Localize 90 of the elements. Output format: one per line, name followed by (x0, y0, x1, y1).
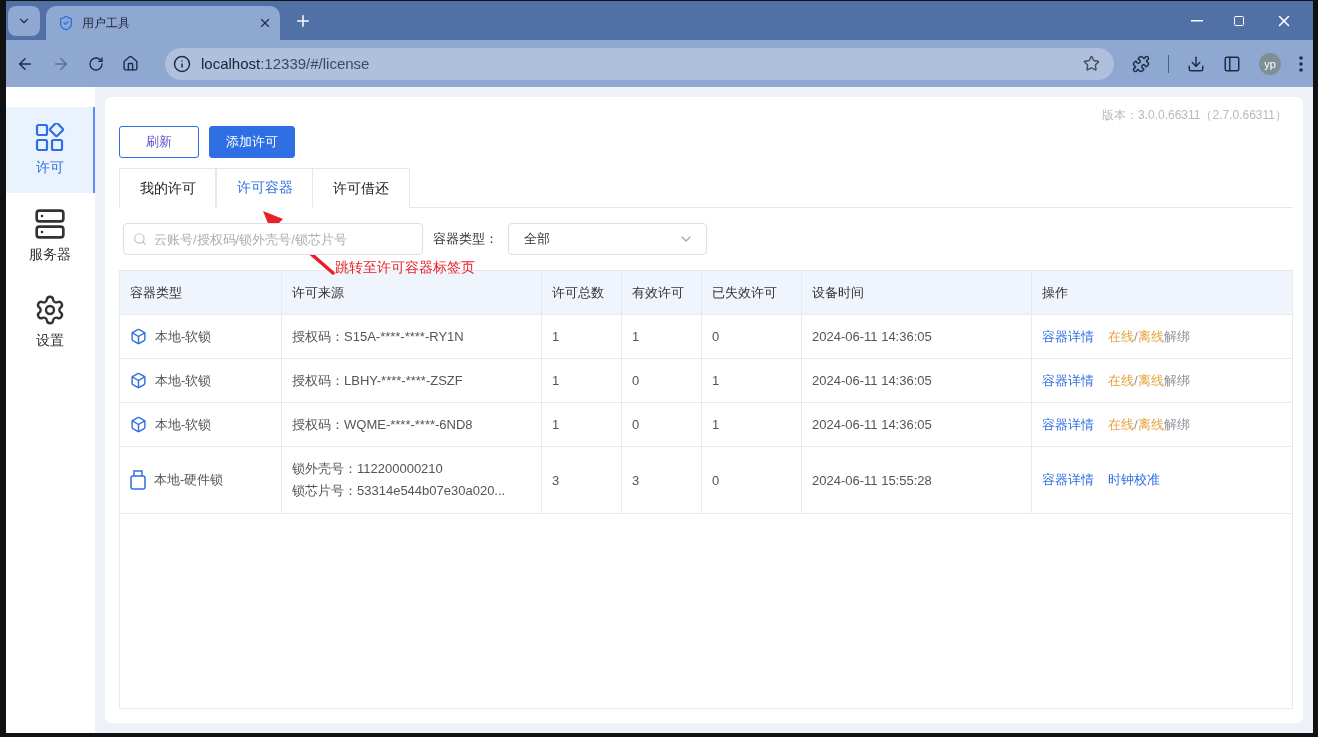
reload-button[interactable] (88, 55, 104, 72)
action-link[interactable]: 容器详情 (1042, 327, 1094, 346)
table-cell: 2024-06-11 14:36:05 (812, 329, 932, 344)
table-cell: 3 (552, 472, 560, 488)
grid-icon (34, 123, 65, 153)
refresh-button[interactable]: 刷新 (119, 126, 199, 158)
action-link[interactable]: 容器详情 (1042, 415, 1094, 434)
sidebar-item[interactable]: 许可 (6, 107, 95, 193)
table-cell: 1 (552, 329, 560, 344)
sidebar-label: 服务器 (28, 246, 71, 264)
side-panel-icon (1223, 54, 1241, 73)
table-cell-text: 授权码：S15A-****-****-RY1N (292, 327, 465, 346)
table-cell: 1 (712, 373, 720, 388)
home-icon (122, 55, 139, 72)
table-cell: 1 (552, 373, 560, 388)
minimize-button[interactable] (1191, 19, 1203, 22)
column-header: 已失效许可 (702, 271, 802, 314)
sidebar-item[interactable]: 设置 (6, 279, 95, 365)
minimize-icon (1191, 19, 1203, 22)
table-cell: 1 (552, 417, 560, 432)
maximize-button[interactable] (1233, 14, 1245, 27)
action-link[interactable]: 容器详情 (1042, 371, 1094, 390)
download-icon (1187, 54, 1205, 73)
table-cell: 0 (712, 472, 720, 488)
type-select[interactable]: 全部 (508, 223, 707, 255)
table-cell: 本地-软锁 (155, 327, 212, 346)
close-tab-button[interactable] (258, 16, 272, 30)
address-bar[interactable]: localhost:12339/#/license (165, 47, 1114, 80)
download-button[interactable] (1187, 54, 1205, 73)
action-text: 解绑 (1163, 415, 1190, 434)
bookmark-star-icon[interactable] (1083, 55, 1100, 72)
profile-avatar[interactable]: yp (1259, 52, 1281, 75)
info-icon (173, 54, 191, 73)
puzzle-icon (1132, 54, 1150, 73)
table-cell: 1 (632, 329, 640, 344)
server-icon (33, 208, 66, 240)
table-cell: 0 (712, 329, 720, 344)
shield-icon (58, 15, 74, 31)
column-header: 设备时间 (802, 271, 1032, 314)
action-link[interactable]: 容器详情 (1042, 471, 1094, 489)
table-cell: 2024-06-11 14:36:05 (812, 417, 932, 432)
action-text: 解绑 (1163, 371, 1190, 390)
table-cell: 0 (632, 373, 640, 388)
table-cell: 本地-硬件锁 (154, 471, 224, 489)
table-cell: 本地-软锁 (155, 415, 212, 434)
maximize-icon (1233, 14, 1245, 27)
column-header: 容器类型 (120, 271, 282, 314)
tab[interactable]: 我的许可 (119, 168, 216, 208)
action-text: / (1134, 417, 1138, 432)
more-icon (1299, 55, 1303, 72)
action-text: / (1134, 373, 1138, 388)
sidebar-label: 设置 (35, 332, 64, 350)
sidebar-item[interactable]: 服务器 (6, 193, 95, 279)
table-cell: 3 (632, 472, 640, 488)
cube-icon (130, 372, 147, 389)
url-text: localhost:12339/#/license (201, 55, 371, 72)
table-cell: 本地-软锁 (155, 371, 212, 390)
table-cell-text: 授权码：WQME-****-****-6ND8 (292, 415, 474, 434)
home-button[interactable] (122, 55, 139, 72)
browser-tab[interactable]: 用户工具 (46, 6, 280, 40)
table-cell-text: 授权码：LBHY-****-****-ZSZF (292, 371, 464, 390)
sidebar-label: 许可 (35, 159, 64, 177)
version-text: 版本：3.0.0.66311（2.7.0.66311） (1102, 107, 1287, 124)
column-header: 有效许可 (622, 271, 702, 314)
tab-title: 用户工具 (82, 14, 131, 32)
cube-icon (130, 328, 147, 345)
cube-icon (130, 416, 147, 433)
menu-button[interactable] (1299, 55, 1303, 72)
extensions-button[interactable] (1132, 54, 1150, 73)
column-header: 许可总数 (542, 271, 622, 314)
table-cell-text: 锁外壳号：112200000210 (292, 460, 444, 478)
table-cell: 2024-06-11 15:55:28 (812, 472, 932, 488)
action-link[interactable]: 时钟校准 (1108, 471, 1160, 489)
side-panel-button[interactable] (1223, 54, 1241, 73)
table-cell: 2024-06-11 14:36:05 (812, 373, 932, 388)
table-cell: 1 (712, 417, 720, 432)
table-cell-text: 锁芯片号：53314e544b07e30a020... (292, 482, 507, 500)
search-field[interactable]: 云账号/授权码/锁外壳号/锁芯片号 (123, 223, 423, 255)
add-button[interactable]: 添加许可 (209, 126, 295, 158)
close-icon (258, 16, 272, 30)
column-header: 操作 (1041, 283, 1069, 302)
usb-drive-icon (130, 470, 146, 490)
search-icon (133, 232, 147, 246)
action-text: 解绑 (1163, 327, 1190, 346)
reload-icon (88, 55, 104, 72)
filter-label: 容器类型： (433, 230, 498, 248)
tab[interactable]: 许可借还 (313, 168, 410, 208)
table-cell: 0 (632, 417, 640, 432)
tab[interactable]: 许可容器 (216, 168, 313, 208)
action-text: / (1134, 329, 1138, 344)
